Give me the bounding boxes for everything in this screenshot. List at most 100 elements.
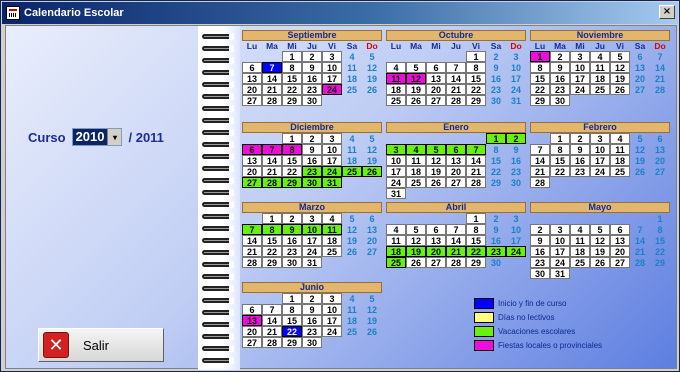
day-cell[interactable]: 2: [302, 293, 322, 304]
day-cell[interactable]: 17: [386, 166, 406, 177]
day-cell[interactable]: 4: [342, 133, 362, 144]
day-cell[interactable]: 11: [570, 235, 590, 246]
day-cell[interactable]: 20: [242, 326, 262, 337]
day-cell[interactable]: 2: [550, 51, 570, 62]
day-cell[interactable]: 19: [630, 155, 650, 166]
day-cell[interactable]: 8: [466, 224, 486, 235]
day-cell[interactable]: 16: [570, 155, 590, 166]
day-cell[interactable]: 25: [386, 257, 406, 268]
day-cell[interactable]: 27: [362, 246, 382, 257]
day-cell[interactable]: 1: [486, 133, 506, 144]
day-cell[interactable]: 12: [630, 144, 650, 155]
day-cell[interactable]: 5: [362, 51, 382, 62]
day-cell[interactable]: 22: [466, 84, 486, 95]
day-cell[interactable]: 5: [426, 144, 446, 155]
day-cell[interactable]: 24: [322, 166, 342, 177]
day-cell[interactable]: 21: [262, 166, 282, 177]
day-cell[interactable]: 7: [446, 224, 466, 235]
day-cell[interactable]: 18: [342, 315, 362, 326]
day-cell[interactable]: 4: [342, 51, 362, 62]
day-cell[interactable]: 25: [406, 177, 426, 188]
day-cell[interactable]: 4: [322, 213, 342, 224]
day-cell[interactable]: 23: [550, 84, 570, 95]
day-cell[interactable]: 17: [590, 155, 610, 166]
day-cell[interactable]: 22: [486, 166, 506, 177]
day-cell[interactable]: 7: [262, 144, 282, 155]
day-cell[interactable]: 22: [530, 84, 550, 95]
day-cell[interactable]: 8: [262, 224, 282, 235]
day-cell[interactable]: 14: [242, 235, 262, 246]
day-cell[interactable]: 2: [282, 213, 302, 224]
day-cell[interactable]: 9: [550, 62, 570, 73]
day-cell[interactable]: 8: [486, 144, 506, 155]
day-cell[interactable]: 2: [302, 133, 322, 144]
day-cell[interactable]: 7: [466, 144, 486, 155]
chevron-down-icon[interactable]: ▾: [107, 129, 122, 145]
day-cell[interactable]: 5: [406, 62, 426, 73]
day-cell[interactable]: 29: [282, 337, 302, 348]
day-cell[interactable]: 28: [262, 95, 282, 106]
day-cell[interactable]: 26: [590, 257, 610, 268]
day-cell[interactable]: 24: [590, 166, 610, 177]
day-cell[interactable]: 9: [486, 224, 506, 235]
day-cell[interactable]: 8: [530, 62, 550, 73]
day-cell[interactable]: 4: [386, 224, 406, 235]
day-cell[interactable]: 16: [302, 73, 322, 84]
day-cell[interactable]: 30: [550, 95, 570, 106]
day-cell[interactable]: 11: [386, 73, 406, 84]
day-cell[interactable]: 6: [446, 144, 466, 155]
day-cell[interactable]: 3: [322, 293, 342, 304]
day-cell[interactable]: 1: [530, 51, 550, 62]
day-cell[interactable]: 23: [302, 84, 322, 95]
day-cell[interactable]: 28: [262, 177, 282, 188]
day-cell[interactable]: 9: [530, 235, 550, 246]
day-cell[interactable]: 30: [530, 268, 550, 279]
day-cell[interactable]: 31: [506, 95, 526, 106]
day-cell[interactable]: 21: [530, 166, 550, 177]
day-cell[interactable]: 3: [506, 51, 526, 62]
day-cell[interactable]: 9: [302, 62, 322, 73]
day-cell[interactable]: 20: [610, 246, 630, 257]
day-cell[interactable]: 26: [610, 84, 630, 95]
day-cell[interactable]: 25: [342, 326, 362, 337]
day-cell[interactable]: 12: [426, 155, 446, 166]
day-cell[interactable]: 20: [630, 73, 650, 84]
close-button[interactable]: ×: [659, 5, 675, 19]
day-cell[interactable]: 27: [426, 95, 446, 106]
day-cell[interactable]: 12: [610, 62, 630, 73]
day-cell[interactable]: 3: [386, 144, 406, 155]
day-cell[interactable]: 18: [406, 166, 426, 177]
day-cell[interactable]: 19: [342, 235, 362, 246]
day-cell[interactable]: 14: [262, 73, 282, 84]
day-cell[interactable]: 6: [630, 51, 650, 62]
day-cell[interactable]: 14: [446, 235, 466, 246]
day-cell[interactable]: 13: [446, 155, 466, 166]
day-cell[interactable]: 9: [570, 144, 590, 155]
day-cell[interactable]: 12: [362, 304, 382, 315]
day-cell[interactable]: 22: [262, 246, 282, 257]
day-cell[interactable]: 7: [630, 224, 650, 235]
day-cell[interactable]: 10: [302, 224, 322, 235]
day-cell[interactable]: 16: [302, 315, 322, 326]
day-cell[interactable]: 11: [342, 144, 362, 155]
day-cell[interactable]: 16: [486, 235, 506, 246]
day-cell[interactable]: 18: [342, 73, 362, 84]
day-cell[interactable]: 16: [302, 155, 322, 166]
day-cell[interactable]: 17: [322, 315, 342, 326]
day-cell[interactable]: 21: [262, 84, 282, 95]
day-cell[interactable]: 8: [282, 144, 302, 155]
day-cell[interactable]: 23: [302, 326, 322, 337]
day-cell[interactable]: 24: [322, 326, 342, 337]
day-cell[interactable]: 25: [570, 257, 590, 268]
day-cell[interactable]: 22: [282, 326, 302, 337]
day-cell[interactable]: 11: [610, 144, 630, 155]
day-cell[interactable]: 19: [362, 155, 382, 166]
day-cell[interactable]: 7: [530, 144, 550, 155]
day-cell[interactable]: 26: [342, 246, 362, 257]
day-cell[interactable]: 3: [302, 213, 322, 224]
day-cell[interactable]: 3: [570, 51, 590, 62]
day-cell[interactable]: 5: [590, 224, 610, 235]
day-cell[interactable]: 17: [302, 235, 322, 246]
day-cell[interactable]: 8: [282, 304, 302, 315]
day-cell[interactable]: 1: [282, 51, 302, 62]
